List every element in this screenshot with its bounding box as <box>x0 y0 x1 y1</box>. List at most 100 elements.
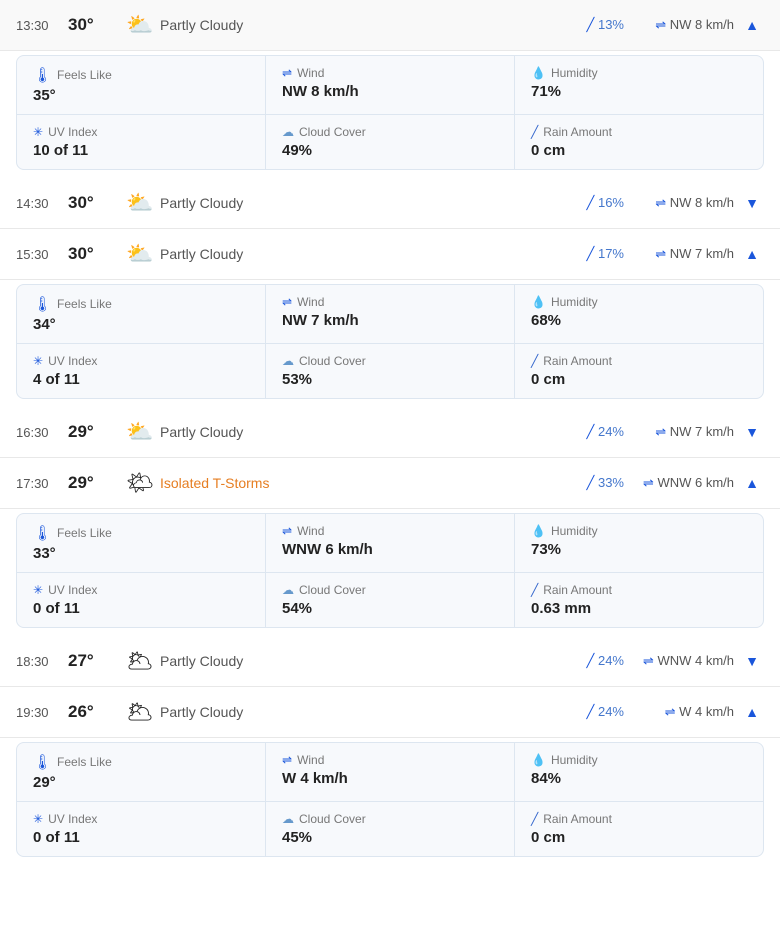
forecast-row[interactable]: 16:30 29° ⛅ Partly Cloudy ╱ 24% ⇌ NW 7 k… <box>0 407 780 458</box>
detail-row-top: 🌡 Feels Like 29° ⇌ Wind W 4 km/h 💧 Hum <box>17 743 763 801</box>
expand-chevron[interactable]: ▲ <box>740 246 764 262</box>
expand-chevron[interactable]: ▲ <box>740 704 764 720</box>
detail-panel: 🌡 Feels Like 35° ⇌ Wind NW 8 km/h 💧 Hu <box>16 55 764 170</box>
weather-icon: ⛅ <box>120 190 160 216</box>
forecast-time: 18:30 <box>16 654 68 669</box>
cloud-cover-value: 45% <box>282 829 498 846</box>
rain-percent: ╱ 16% <box>566 195 624 211</box>
wind-info: ⇌ W 4 km/h <box>624 704 734 720</box>
forecast-row[interactable]: 17:30 29° 🌤 Isolated T-Storms ╱ 33% ⇌ WN… <box>0 458 780 509</box>
rain-amount-label: ╱ Rain Amount <box>531 812 747 826</box>
forecast-row[interactable]: 18:30 27° 🌥 Partly Cloudy ╱ 24% ⇌ WNW 4 … <box>0 636 780 687</box>
cloud-cover-value: 54% <box>282 600 498 617</box>
expand-chevron[interactable]: ▼ <box>740 653 764 669</box>
wind-info: ⇌ NW 8 km/h <box>624 195 734 211</box>
cloud-icon: ☁ <box>282 583 294 597</box>
forecast-condition: Isolated T-Storms <box>160 475 566 491</box>
wind-icon: ⇌ <box>643 475 658 490</box>
wind-icon: ⇌ <box>665 704 680 719</box>
feels-like-label: 🌡 Feels Like <box>33 295 249 313</box>
feels-like-cell: 🌡 Feels Like 29° <box>17 743 266 801</box>
feels-like-cell: 🌡 Feels Like 33° <box>17 514 266 572</box>
wind-detail-icon: ⇌ <box>282 753 292 767</box>
forecast-condition: Partly Cloudy <box>160 17 566 33</box>
feels-like-value: 34° <box>33 316 249 333</box>
uv-icon: ✳ <box>33 125 43 139</box>
rain-drop-icon: ╱ <box>587 195 598 210</box>
forecast-row[interactable]: 13:30 30° ⛅ Partly Cloudy ╱ 13% ⇌ NW 8 k… <box>0 0 780 51</box>
forecast-condition: Partly Cloudy <box>160 424 566 440</box>
wind-icon: ⇌ <box>655 195 670 210</box>
uv-index-cell: ✳ UV Index 0 of 11 <box>17 802 266 856</box>
wind-icon: ⇌ <box>655 246 670 261</box>
forecast-condition: Partly Cloudy <box>160 704 566 720</box>
wind-label: ⇌ Wind <box>282 753 498 767</box>
humidity-icon: 💧 <box>531 524 546 538</box>
detail-panel: 🌡 Feels Like 33° ⇌ Wind WNW 6 km/h 💧 H <box>16 513 764 628</box>
forecast-row[interactable]: 19:30 26° 🌥 Partly Cloudy ╱ 24% ⇌ W 4 km… <box>0 687 780 738</box>
detail-row-top: 🌡 Feels Like 34° ⇌ Wind NW 7 km/h 💧 Hu <box>17 285 763 343</box>
forecast-temp: 30° <box>68 15 120 35</box>
forecast-time: 16:30 <box>16 425 68 440</box>
humidity-cell: 💧 Humidity 71% <box>515 56 763 114</box>
expand-chevron[interactable]: ▼ <box>740 424 764 440</box>
rain-amount-value: 0 cm <box>531 142 747 159</box>
humidity-value: 71% <box>531 83 747 100</box>
feels-like-label: 🌡 Feels Like <box>33 753 249 771</box>
humidity-value: 73% <box>531 541 747 558</box>
forecast-temp: 26° <box>68 702 120 722</box>
uv-index-value: 0 of 11 <box>33 829 249 846</box>
rain-drop-icon: ╱ <box>587 424 598 439</box>
uv-index-cell: ✳ UV Index 0 of 11 <box>17 573 266 627</box>
cloud-cover-value: 49% <box>282 142 498 159</box>
wind-info: ⇌ WNW 6 km/h <box>624 475 734 491</box>
wind-cell: ⇌ Wind WNW 6 km/h <box>266 514 515 572</box>
detail-row-top: 🌡 Feels Like 35° ⇌ Wind NW 8 km/h 💧 Hu <box>17 56 763 114</box>
wind-detail-icon: ⇌ <box>282 524 292 538</box>
forecast-time: 14:30 <box>16 196 68 211</box>
expand-chevron[interactable]: ▲ <box>740 475 764 491</box>
feels-like-value: 29° <box>33 774 249 791</box>
weather-icon: ⛅ <box>120 419 160 445</box>
rain-drop-icon: ╱ <box>587 704 598 719</box>
forecast-row[interactable]: 15:30 30° ⛅ Partly Cloudy ╱ 17% ⇌ NW 7 k… <box>0 229 780 280</box>
forecast-time: 19:30 <box>16 705 68 720</box>
wind-icon: ⇌ <box>655 424 670 439</box>
wind-info: ⇌ NW 8 km/h <box>624 17 734 33</box>
detail-row-bottom: ✳ UV Index 4 of 11 ☁ Cloud Cover 53% ╱ R <box>17 343 763 398</box>
thermometer-icon: 🌡 <box>33 753 52 771</box>
feels-like-label: 🌡 Feels Like <box>33 524 249 542</box>
thermometer-icon: 🌡 <box>33 295 52 313</box>
uv-index-label: ✳ UV Index <box>33 125 249 139</box>
uv-icon: ✳ <box>33 812 43 826</box>
wind-cell: ⇌ Wind NW 7 km/h <box>266 285 515 343</box>
wind-cell: ⇌ Wind W 4 km/h <box>266 743 515 801</box>
feels-like-value: 33° <box>33 545 249 562</box>
wind-info: ⇌ NW 7 km/h <box>624 424 734 440</box>
forecast-condition: Partly Cloudy <box>160 195 566 211</box>
rain-amount-icon: ╱ <box>531 125 538 139</box>
cloud-cover-cell: ☁ Cloud Cover 54% <box>266 573 515 627</box>
rain-amount-value: 0 cm <box>531 371 747 388</box>
detail-row-bottom: ✳ UV Index 0 of 11 ☁ Cloud Cover 45% ╱ R <box>17 801 763 856</box>
humidity-icon: 💧 <box>531 753 546 767</box>
rain-amount-label: ╱ Rain Amount <box>531 354 747 368</box>
detail-row-bottom: ✳ UV Index 10 of 11 ☁ Cloud Cover 49% ╱ <box>17 114 763 169</box>
uv-index-label: ✳ UV Index <box>33 812 249 826</box>
rain-drop-icon: ╱ <box>587 246 598 261</box>
cloud-cover-label: ☁ Cloud Cover <box>282 812 498 826</box>
rain-amount-cell: ╱ Rain Amount 0 cm <box>515 344 763 398</box>
uv-icon: ✳ <box>33 354 43 368</box>
weather-icon: 🌤 <box>120 470 160 496</box>
expand-chevron[interactable]: ▲ <box>740 17 764 33</box>
humidity-value: 68% <box>531 312 747 329</box>
thermometer-icon: 🌡 <box>33 524 52 542</box>
expand-chevron[interactable]: ▼ <box>740 195 764 211</box>
forecast-row[interactable]: 14:30 30° ⛅ Partly Cloudy ╱ 16% ⇌ NW 8 k… <box>0 178 780 229</box>
cloud-cover-cell: ☁ Cloud Cover 45% <box>266 802 515 856</box>
forecast-temp: 30° <box>68 244 120 264</box>
forecast-time: 13:30 <box>16 18 68 33</box>
wind-value: NW 7 km/h <box>282 312 498 329</box>
weather-icon: ⛅ <box>120 241 160 267</box>
uv-index-value: 0 of 11 <box>33 600 249 617</box>
